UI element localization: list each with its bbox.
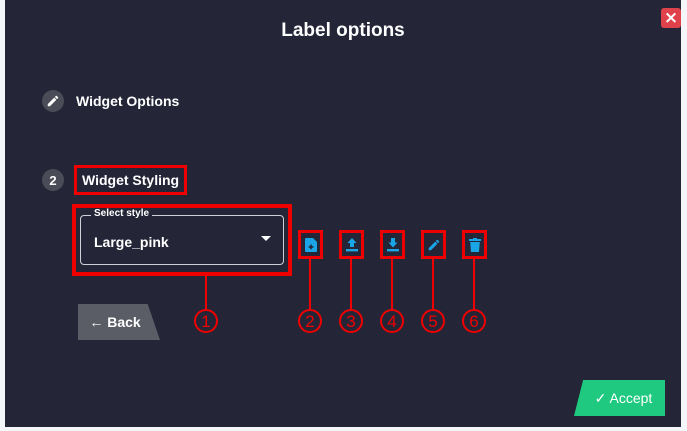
pencil-icon xyxy=(428,239,439,250)
dropdown-arrow-icon xyxy=(261,236,271,241)
edit-style-button[interactable] xyxy=(421,230,446,259)
label-options-dialog: × Label options Widget Options 2 Widget … xyxy=(5,0,681,427)
callout-line-5 xyxy=(432,259,434,309)
callout-6: 6 xyxy=(462,309,486,333)
callout-line-4 xyxy=(391,259,393,309)
callout-line-3 xyxy=(350,259,352,309)
step-1-label: Widget Options xyxy=(76,93,180,109)
upload-style-button[interactable] xyxy=(339,230,364,259)
accept-button[interactable]: ✓ Accept xyxy=(574,380,665,416)
callout-line-2 xyxy=(309,259,311,309)
delete-style-button[interactable] xyxy=(462,230,487,259)
step-2-label: Widget Styling xyxy=(74,165,188,195)
callout-5: 5 xyxy=(421,309,445,333)
select-style-value: Large_pink xyxy=(94,234,169,250)
callout-2: 2 xyxy=(298,309,322,333)
style-select[interactable]: Select style Large_pink xyxy=(80,208,284,265)
callout-1: 1 xyxy=(194,309,218,333)
download-icon xyxy=(386,237,399,251)
file-add-icon xyxy=(304,237,317,252)
new-style-button[interactable] xyxy=(298,230,323,259)
back-button[interactable]: ← Back xyxy=(78,304,160,340)
callout-line-1 xyxy=(205,272,207,309)
dialog-title: Label options xyxy=(281,20,405,41)
callout-3: 3 xyxy=(339,309,363,333)
step-2-number: 2 xyxy=(42,169,64,191)
trash-icon xyxy=(468,237,481,252)
step-widget-options[interactable]: Widget Options xyxy=(42,90,179,112)
callout-4: 4 xyxy=(380,309,404,333)
callout-line-6 xyxy=(473,259,475,309)
step-1-pencil-icon xyxy=(42,90,64,112)
upload-icon xyxy=(345,237,358,251)
download-style-button[interactable] xyxy=(380,230,405,259)
select-style-legend: Select style xyxy=(91,208,153,219)
step-widget-styling[interactable]: 2 Widget Styling xyxy=(42,165,188,195)
